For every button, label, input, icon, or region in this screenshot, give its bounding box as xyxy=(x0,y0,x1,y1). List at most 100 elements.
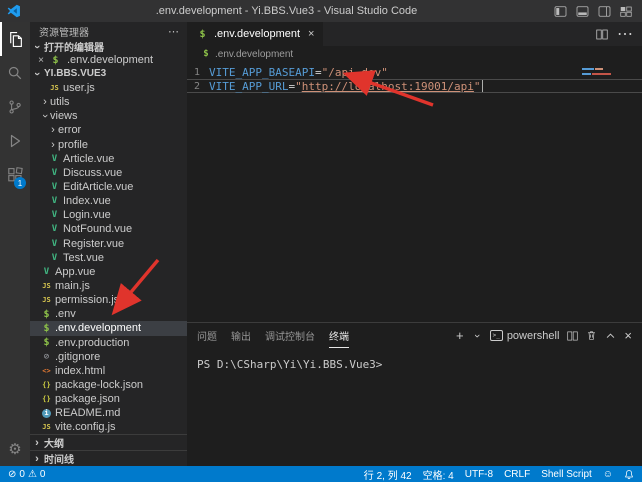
run-debug-icon[interactable] xyxy=(0,124,30,158)
panel-tab-问题[interactable]: 问题 xyxy=(197,323,217,348)
tab-env-development[interactable]: $ .env.development × xyxy=(187,22,323,46)
tree-item-.env.production[interactable]: $.env.production xyxy=(30,336,187,350)
toggle-sidebar-icon[interactable] xyxy=(554,6,567,17)
code-editor[interactable]: 1VITE_APP_BASEAPI="/api-dev"2VITE_APP_UR… xyxy=(187,62,642,322)
file-name: NotFound.vue xyxy=(63,223,132,235)
tree-item-user.js[interactable]: JSuser.js xyxy=(30,81,187,95)
terminal-output[interactable]: PS D:\CSharp\Yi\Yi.BBS.Vue3> xyxy=(187,348,642,466)
tree-item-views[interactable]: ›views xyxy=(30,109,187,123)
close-editor-icon[interactable]: × xyxy=(36,55,46,66)
close-tab-icon[interactable]: × xyxy=(308,28,314,40)
problems-status[interactable]: ⊘ 0 ⚠ 0 xyxy=(8,469,45,480)
search-icon[interactable] xyxy=(0,56,30,90)
panel-tabs: 问题输出调试控制台终端 xyxy=(197,323,363,348)
toggle-panel-icon[interactable] xyxy=(576,6,589,17)
project-header[interactable]: › YI.BBS.VUE3 xyxy=(30,66,187,81)
shell-selector[interactable]: >_ powershell xyxy=(490,330,560,342)
timeline-section[interactable]: › 时间线 xyxy=(30,450,187,466)
eol-status[interactable]: CRLF xyxy=(504,469,530,480)
editor-area: $ .env.development × ⋯ $ .env.developmen… xyxy=(187,22,642,466)
open-editors-header[interactable]: › 打开的编辑器 xyxy=(30,39,187,54)
tree-item-Index.vue[interactable]: VIndex.vue xyxy=(30,194,187,208)
vue-file-icon: V xyxy=(48,239,61,249)
kill-terminal-icon[interactable] xyxy=(586,330,597,341)
minimap[interactable] xyxy=(582,68,626,78)
settings-gear-icon[interactable]: ⚙ xyxy=(0,432,30,466)
file-name: Index.vue xyxy=(63,195,111,207)
panel-tab-输出[interactable]: 输出 xyxy=(231,323,251,348)
language-mode[interactable]: Shell Script xyxy=(541,469,592,480)
open-editor-item[interactable]: ×$.env.development xyxy=(30,54,187,66)
env-file-icon: $ xyxy=(196,29,209,40)
maximize-panel-icon[interactable] xyxy=(605,331,616,340)
chevron-right-icon: › xyxy=(48,139,58,151)
chevron-down-icon: › xyxy=(31,42,43,52)
split-terminal-icon[interactable] xyxy=(567,331,578,341)
extensions-icon[interactable]: 1 xyxy=(0,158,30,192)
code-line-1[interactable]: 1VITE_APP_BASEAPI="/api-dev" xyxy=(187,65,642,79)
tree-item-error[interactable]: ›error xyxy=(30,123,187,137)
tree-item-Article.vue[interactable]: VArticle.vue xyxy=(30,152,187,166)
chevron-right-icon: › xyxy=(48,124,58,136)
tree-item-App.vue[interactable]: VApp.vue xyxy=(30,265,187,279)
code-token: "/api-dev" xyxy=(322,66,388,79)
tree-item-vite.config.js[interactable]: JSvite.config.js xyxy=(30,420,187,434)
file-name: package-lock.json xyxy=(55,379,143,391)
outline-section[interactable]: › 大纲 xyxy=(30,434,187,450)
terminal-dropdown-icon[interactable]: › xyxy=(471,331,483,341)
toggle-secondary-sidebar-icon[interactable] xyxy=(598,6,611,17)
chevron-down-icon: › xyxy=(39,111,51,121)
file-tree: JSuser.js›utils›views›error›profileVArti… xyxy=(30,81,187,434)
tree-item-main.js[interactable]: JSmain.js xyxy=(30,279,187,293)
feedback-smiley-icon[interactable]: ☺ xyxy=(603,469,613,480)
breadcrumb[interactable]: $ .env.development xyxy=(187,46,642,62)
tree-item-index.html[interactable]: <>index.html xyxy=(30,364,187,378)
new-terminal-icon[interactable]: + xyxy=(456,328,464,343)
file-name: README.md xyxy=(55,407,120,419)
tree-item-.gitignore[interactable]: ⊘.gitignore xyxy=(30,350,187,364)
panel-tab-调试控制台[interactable]: 调试控制台 xyxy=(265,323,315,348)
encoding-status[interactable]: UTF-8 xyxy=(465,469,493,480)
tree-item-README.md[interactable]: i README.md xyxy=(30,406,187,420)
explorer-sidebar: 资源管理器 ⋯ › 打开的编辑器 ×$.env.development › YI… xyxy=(30,22,187,466)
more-actions-icon[interactable]: ⋯ xyxy=(168,25,179,38)
split-editor-icon[interactable] xyxy=(596,29,608,40)
explorer-icon[interactable] xyxy=(0,22,30,56)
customize-layout-icon[interactable] xyxy=(620,6,632,17)
file-name: .gitignore xyxy=(55,351,100,363)
panel-tab-终端[interactable]: 终端 xyxy=(329,323,349,348)
tree-item-profile[interactable]: ›profile xyxy=(30,138,187,152)
cursor-position[interactable]: 行 2, 列 42 xyxy=(364,467,412,482)
vscode-logo-icon xyxy=(7,4,21,18)
indentation-status[interactable]: 空格: 4 xyxy=(423,467,454,482)
editor-more-actions-icon[interactable]: ⋯ xyxy=(617,24,633,44)
code-line-2[interactable]: 2VITE_APP_URL="http://localhost:19001/ap… xyxy=(187,79,642,93)
vue-file-icon: V xyxy=(48,253,61,263)
tree-item-Discuss.vue[interactable]: VDiscuss.vue xyxy=(30,166,187,180)
html-file-icon: <> xyxy=(40,367,53,375)
js-file-icon: JS xyxy=(40,423,53,431)
close-panel-icon[interactable]: × xyxy=(624,328,632,343)
tree-item-Register.vue[interactable]: VRegister.vue xyxy=(30,237,187,251)
tree-item-Login.vue[interactable]: VLogin.vue xyxy=(30,208,187,222)
tree-item-utils[interactable]: ›utils xyxy=(30,95,187,109)
env-file-icon: $ xyxy=(201,49,211,59)
tree-item-Test.vue[interactable]: VTest.vue xyxy=(30,251,187,265)
error-count: 0 xyxy=(19,469,25,480)
tree-item-NotFound.vue[interactable]: VNotFound.vue xyxy=(30,222,187,236)
status-bar: ⊘ 0 ⚠ 0 行 2, 列 42 空格: 4 UTF-8 CRLF Shell… xyxy=(0,466,642,482)
tree-item-.env.development[interactable]: $.env.development xyxy=(30,321,187,335)
line-number: 2 xyxy=(187,81,209,92)
tree-item-package-lock.json[interactable]: {}package-lock.json xyxy=(30,378,187,392)
notifications-bell-icon[interactable] xyxy=(624,469,634,480)
tree-item-package.json[interactable]: {}package.json xyxy=(30,392,187,406)
tree-item-.env[interactable]: $.env xyxy=(30,307,187,321)
timeline-label: 时间线 xyxy=(44,451,74,466)
file-name: user.js xyxy=(63,82,95,94)
tree-item-permission.js[interactable]: JSpermission.js xyxy=(30,293,187,307)
file-name: Test.vue xyxy=(63,252,104,264)
tree-item-EditArticle.vue[interactable]: VEditArticle.vue xyxy=(30,180,187,194)
breadcrumb-item[interactable]: .env.development xyxy=(215,49,293,60)
source-control-icon[interactable] xyxy=(0,90,30,124)
md-file-icon: i xyxy=(42,409,51,418)
